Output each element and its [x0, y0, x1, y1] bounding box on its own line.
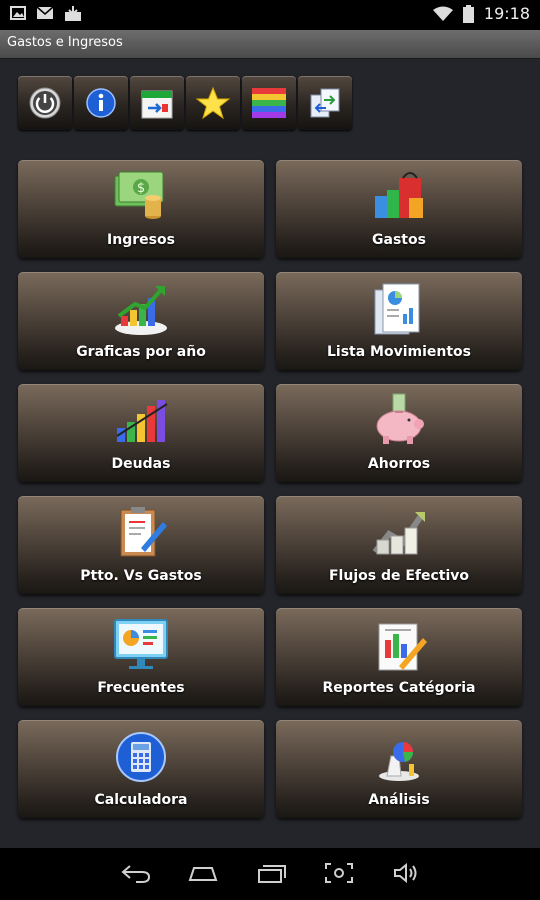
power-icon — [29, 87, 61, 119]
menu-label: Ptto. Vs Gastos — [80, 568, 202, 584]
favorites-button[interactable] — [186, 76, 240, 130]
info-icon — [86, 88, 116, 118]
menu-analisis[interactable]: Análisis — [276, 720, 522, 818]
money-icon: $ — [114, 171, 164, 219]
power-button[interactable] — [18, 76, 72, 130]
colors-button[interactable] — [242, 76, 296, 130]
menu-label: Análisis — [368, 792, 430, 808]
backup-icon — [310, 88, 340, 118]
menu-label: Ingresos — [107, 232, 175, 248]
analysis-icon — [379, 742, 419, 781]
image-icon — [10, 6, 26, 20]
menu-gastos[interactable]: Gastos — [276, 160, 522, 258]
toolbar — [18, 76, 352, 130]
navigation-bar — [0, 848, 540, 900]
battery-icon — [462, 4, 474, 23]
screenshot-icon[interactable] — [324, 862, 354, 884]
menu-deudas[interactable]: Deudas — [18, 384, 264, 482]
menu-calculadora[interactable]: Calculadora — [18, 720, 264, 818]
menu-label: Calculadora — [94, 792, 188, 808]
calendar-transfer-button[interactable] — [130, 76, 184, 130]
backup-button[interactable] — [298, 76, 352, 130]
menu-flujos-efectivo[interactable]: Flujos de Efectivo — [276, 496, 522, 594]
calculator-icon — [116, 732, 166, 782]
menu-label: Reportes Catégoria — [322, 680, 476, 696]
svg-text:$: $ — [137, 181, 145, 196]
star-icon — [195, 86, 231, 120]
recents-icon[interactable] — [255, 862, 287, 884]
piggy-bank-icon — [376, 393, 424, 444]
menu-frecuentes[interactable]: Frecuentes — [18, 608, 264, 706]
growth-chart-icon — [115, 286, 167, 335]
menu-grid: $ Ingresos Gastos Graficas por año Lista… — [18, 160, 522, 818]
menu-label: Deudas — [111, 456, 171, 472]
menu-label: Ahorros — [367, 456, 431, 472]
declining-chart-icon — [116, 400, 168, 442]
download-icon — [65, 6, 81, 21]
status-bar: 19:18 — [0, 0, 540, 30]
presentation-icon — [114, 619, 168, 669]
info-button[interactable] — [74, 76, 128, 130]
documents-icon — [374, 283, 420, 335]
menu-graficas[interactable]: Graficas por año — [18, 272, 264, 370]
menu-ptto-vs-gastos[interactable]: Ptto. Vs Gastos — [18, 496, 264, 594]
shopping-bags-icon — [375, 172, 423, 218]
menu-reportes-categoria[interactable]: Reportes Catégoria — [276, 608, 522, 706]
menu-lista-movimientos[interactable]: Lista Movimientos — [276, 272, 522, 370]
menu-label: Gastos — [372, 232, 426, 248]
menu-label: Flujos de Efectivo — [328, 568, 470, 584]
app-title: Gastos e Ingresos — [7, 35, 123, 50]
home-icon[interactable] — [186, 862, 220, 884]
clock: 19:18 — [483, 4, 530, 23]
clipboard-pen-icon — [120, 507, 167, 557]
menu-ingresos[interactable]: $ Ingresos — [18, 160, 264, 258]
title-bar: Gastos e Ingresos — [0, 30, 540, 59]
color-bars-icon — [252, 88, 286, 118]
menu-label: Graficas por año — [76, 344, 206, 360]
volume-icon[interactable] — [392, 862, 420, 884]
back-icon[interactable] — [120, 862, 152, 884]
report-chart-icon — [378, 623, 427, 671]
mail-icon — [36, 6, 54, 19]
menu-ahorros[interactable]: Ahorros — [276, 384, 522, 482]
calendar-transfer-icon — [141, 90, 173, 119]
cash-flow-icon — [372, 512, 425, 555]
menu-label: Lista Movimientos — [326, 344, 472, 360]
menu-label: Frecuentes — [97, 680, 185, 696]
wifi-icon — [432, 6, 453, 21]
